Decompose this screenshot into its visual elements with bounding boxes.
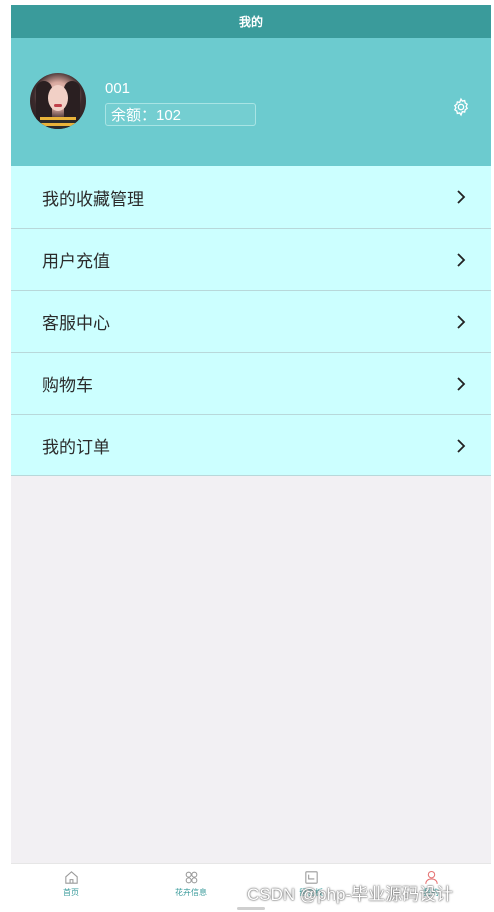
chevron-right-icon: [457, 377, 466, 391]
menu-item-label: 购物车: [42, 376, 93, 395]
settings-gear-icon[interactable]: [451, 97, 471, 117]
menu-list: 我的收藏管理 用户充值 客服中心 购物车 我的订单: [11, 166, 491, 476]
menu-item-label: 我的收藏管理: [42, 189, 144, 209]
balance-badge: 余额：102: [105, 103, 256, 126]
tab-home[interactable]: 首页: [11, 864, 131, 902]
nav-bar: 我的: [11, 5, 491, 38]
home-icon: [64, 871, 78, 884]
tab-flowers[interactable]: 花卉信息: [131, 864, 251, 902]
app-frame: 我的 001 余额：102 我的收藏管理 用户充值 客服中心 购物车 我的订单 …: [11, 5, 491, 902]
menu-item-customer-service[interactable]: 客服中心: [11, 290, 491, 352]
profile-header: 001 余额：102: [11, 38, 491, 166]
watermark: CSDN @php-毕业源码设计: [247, 885, 454, 904]
chevron-right-icon: [457, 190, 466, 204]
menu-item-recharge[interactable]: 用户充值: [11, 228, 491, 290]
home-indicator: [237, 907, 265, 910]
menu-item-orders[interactable]: 我的订单: [11, 414, 491, 476]
flower-icon: [185, 871, 197, 884]
username: 001: [105, 80, 131, 97]
tab-label: 首页: [63, 888, 79, 897]
chevron-right-icon: [457, 253, 466, 267]
menu-item-cart[interactable]: 购物车: [11, 352, 491, 414]
avatar[interactable]: [30, 73, 86, 129]
menu-item-label: 用户充值: [42, 252, 110, 271]
menu-item-label: 我的订单: [42, 437, 110, 457]
chevron-right-icon: [457, 315, 466, 329]
tab-label: 花卉信息: [175, 888, 207, 897]
menu-item-favorites[interactable]: 我的收藏管理: [11, 166, 491, 228]
chevron-right-icon: [457, 439, 466, 453]
page-title: 我的: [238, 15, 263, 29]
menu-item-label: 客服中心: [42, 314, 110, 333]
